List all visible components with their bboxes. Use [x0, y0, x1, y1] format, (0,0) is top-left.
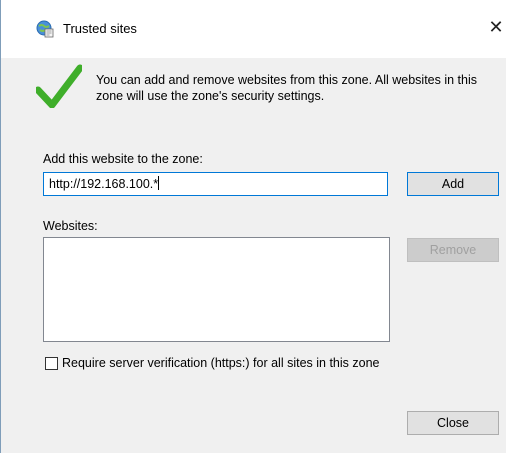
text-caret — [158, 176, 160, 190]
websites-list[interactable] — [43, 237, 390, 342]
window-border — [0, 0, 1, 453]
trusted-sites-icon — [36, 20, 54, 38]
require-verification-label[interactable]: Require server verification (https:) for… — [62, 356, 380, 370]
remove-button[interactable]: Remove — [407, 238, 499, 262]
close-button[interactable]: Close — [407, 411, 499, 435]
website-url-input[interactable]: http://192.168.100.* — [43, 172, 388, 196]
title-bar[interactable]: Trusted sites ✕ — [1, 0, 506, 58]
close-icon[interactable]: ✕ — [485, 14, 506, 40]
trusted-sites-dialog: Trusted sites ✕ You can add and remove w… — [0, 0, 506, 453]
websites-label: Websites: — [43, 219, 98, 233]
require-verification-checkbox[interactable] — [45, 357, 58, 370]
window-title: Trusted sites — [63, 21, 137, 36]
add-site-label: Add this website to the zone: — [43, 152, 203, 166]
checkmark-icon — [36, 64, 82, 108]
add-button[interactable]: Add — [407, 172, 499, 196]
website-url-value: http://192.168.100.* — [49, 177, 159, 191]
info-text: You can add and remove websites from thi… — [96, 73, 477, 103]
